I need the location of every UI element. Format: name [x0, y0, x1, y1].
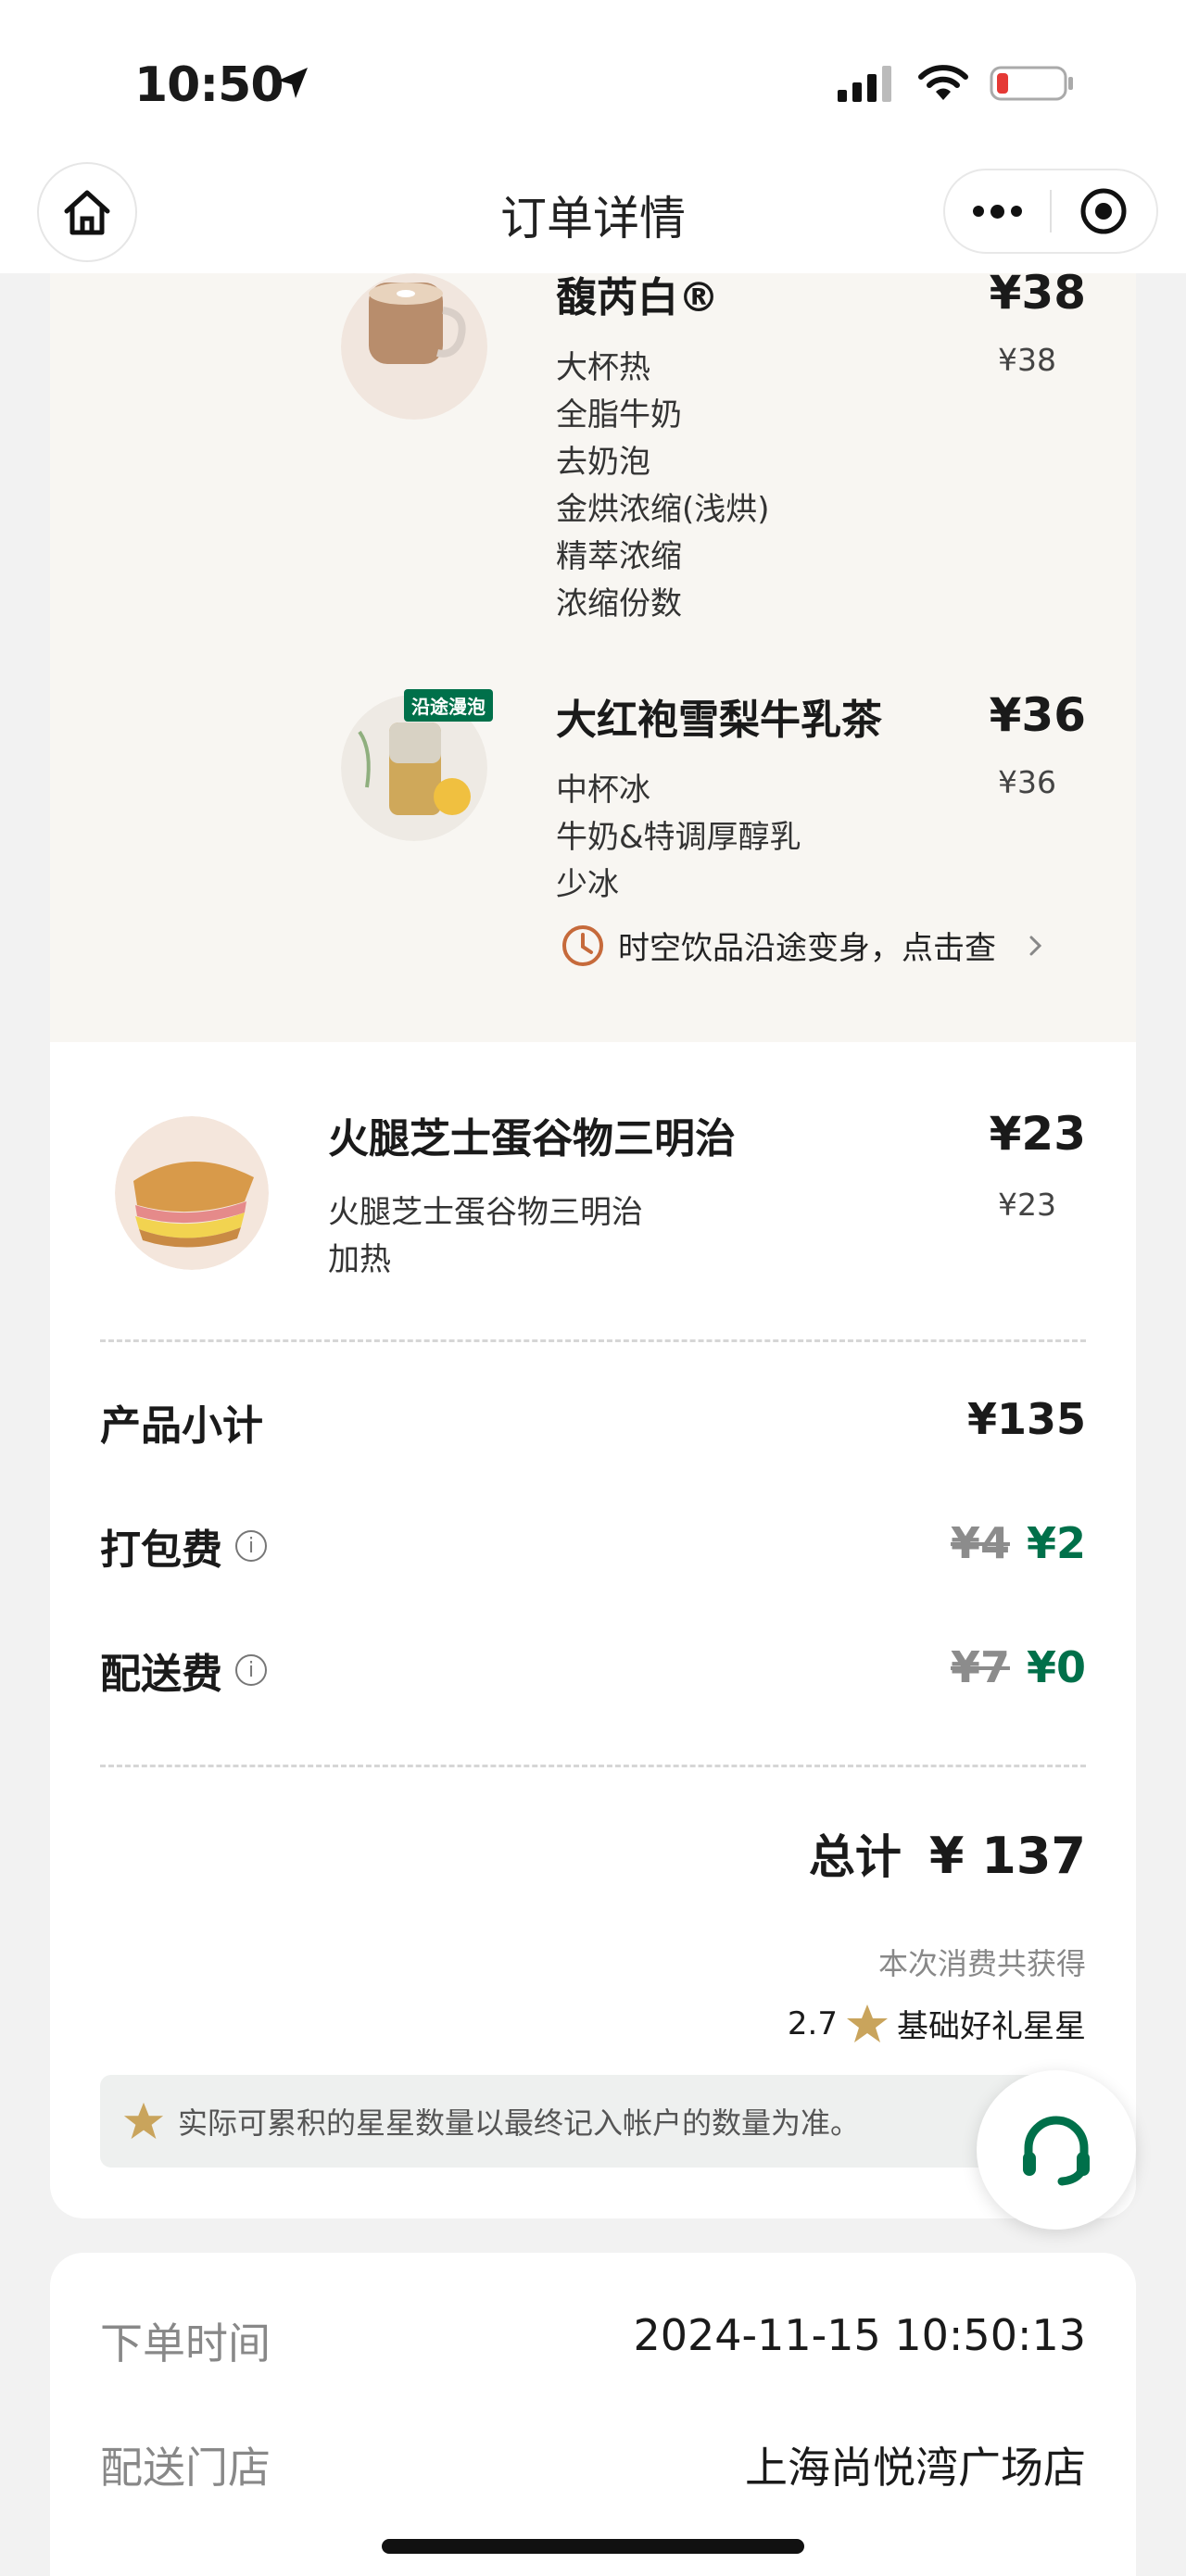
- store-value: 上海尚悦湾广场店: [745, 2443, 1086, 2493]
- packing-fee-original: ¥4: [950, 1518, 1010, 1568]
- customer-service-button[interactable]: [977, 2070, 1136, 2230]
- transform-link-text: 时空饮品沿途变身，点击查: [618, 930, 996, 967]
- headset-icon: [1023, 2116, 1090, 2186]
- nav-bar: 订单详情: [0, 157, 1186, 273]
- home-indicator: [382, 2539, 804, 2554]
- order-summary-card: 火腿芝士蛋谷物三明治 ¥23 ¥23 火腿芝士蛋谷物三明治 加热 产品小计 ¥1…: [50, 1042, 1136, 2218]
- delivery-fee-value: ¥7 ¥0: [951, 1642, 1086, 1692]
- target-icon: [1080, 188, 1127, 234]
- star-icon: [123, 2102, 164, 2140]
- product-name: 馥芮白®: [556, 274, 719, 321]
- delivery-fee-original: ¥7: [950, 1642, 1010, 1692]
- sandwich-image: [115, 1116, 269, 1270]
- status-bar: 10:50: [0, 0, 1186, 167]
- chevron-right-icon: [1029, 936, 1042, 955]
- subtotal-value: ¥135: [966, 1394, 1086, 1444]
- status-icons: [838, 65, 1075, 102]
- product-option: 浓缩份数: [556, 585, 682, 622]
- more-dot-icon: [990, 204, 1004, 219]
- packing-fee-value: ¥4 ¥2: [951, 1518, 1086, 1568]
- divider: [100, 1339, 1086, 1342]
- order-info-card: 下单时间 2024-11-15 10:50:13 配送门店 上海尚悦湾广场店: [50, 2253, 1136, 2576]
- product-option: 牛奶&特调厚醇乳: [556, 819, 801, 856]
- mini-program-capsule: [943, 169, 1158, 254]
- divider: [100, 1765, 1086, 1767]
- more-dot-icon: [1011, 206, 1022, 217]
- order-time-value: 2024-11-15 10:50:13: [633, 2310, 1086, 2360]
- order-time-label: 下单时间: [100, 2318, 271, 2369]
- product-unit-price: ¥23: [998, 1187, 1056, 1223]
- product-option: 金烘浓缩(浅烘): [556, 491, 770, 528]
- subtotal-label: 产品小计: [100, 1402, 263, 1450]
- total-row: 总计 ¥ 137: [809, 1820, 1086, 1887]
- product-option: 去奶泡: [556, 444, 650, 481]
- info-icon[interactable]: i: [235, 1530, 267, 1562]
- location-arrow-icon: [274, 65, 311, 106]
- product-name: 火腿芝士蛋谷物三明治: [328, 1115, 736, 1162]
- drink-transform-link[interactable]: 时空饮品沿途变身，点击查: [561, 923, 1050, 968]
- product-unit-price: ¥36: [998, 764, 1056, 800]
- store-label: 配送门店: [100, 2443, 271, 2493]
- close-miniprogram-button[interactable]: [1052, 170, 1156, 252]
- product-option: 火腿芝士蛋谷物三明治: [328, 1194, 643, 1231]
- delivery-fee-final: ¥0: [1026, 1642, 1086, 1692]
- product-price: ¥36: [989, 688, 1086, 742]
- drink-tag: 沿途漫泡: [404, 689, 493, 722]
- product-price: ¥23: [989, 1107, 1086, 1161]
- stars-earned: 2.7 基础好礼星星: [788, 2001, 1086, 2046]
- product-unit-price: ¥38: [998, 342, 1056, 378]
- star-icon: [847, 2004, 888, 2042]
- more-button[interactable]: [945, 170, 1050, 252]
- status-time: 10:50: [134, 57, 284, 113]
- stars-label: 基础好礼星星: [897, 2008, 1086, 2045]
- more-dot-icon: [973, 206, 984, 217]
- notice-text: 实际可累积的星星数量以最终记入帐户的数量为准。: [178, 2105, 861, 2141]
- battery-icon: [990, 66, 1073, 101]
- stars-notice: 实际可累积的星星数量以最终记入帐户的数量为准。: [100, 2075, 1086, 2168]
- total-label: 总计: [808, 1830, 902, 1884]
- product-option: 大杯热: [556, 349, 650, 386]
- product-option: 全脂牛奶: [556, 396, 682, 434]
- stars-count: 2.7: [787, 2004, 838, 2042]
- earn-note: 本次消费共获得: [877, 1946, 1086, 1981]
- product-price: ¥38: [989, 266, 1086, 320]
- product-name: 大红袍雪梨牛乳茶: [556, 697, 882, 744]
- clock-icon: [562, 924, 603, 966]
- product-option: 中杯冰: [556, 772, 650, 809]
- product-option: 少冰: [556, 866, 619, 903]
- signal-icon: [838, 66, 891, 102]
- product-option: 加热: [328, 1241, 391, 1278]
- latte-image: [341, 273, 487, 420]
- product-option: 精萃浓缩: [556, 538, 682, 575]
- packing-fee-label: 打包费 i: [100, 1516, 267, 1576]
- total-value: ¥ 137: [928, 1827, 1086, 1885]
- packing-fee-final: ¥2: [1026, 1518, 1086, 1568]
- info-icon[interactable]: i: [235, 1654, 267, 1686]
- wifi-icon: [918, 65, 968, 100]
- delivery-fee-label: 配送费 i: [100, 1640, 267, 1700]
